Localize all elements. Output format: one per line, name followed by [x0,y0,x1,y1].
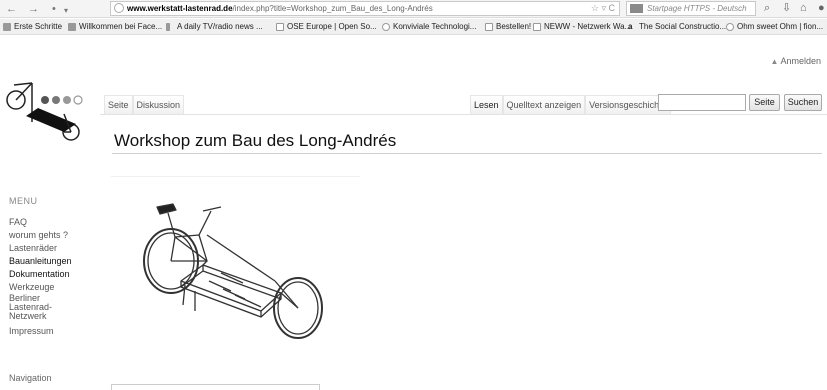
bookmark-item[interactable]: Erste Schritte [3,19,62,34]
back-arrow-icon[interactable]: ← [6,2,17,16]
dropdown-arrow-icon[interactable]: ▾ [64,4,68,18]
search-button[interactable]: Suchen [784,94,822,111]
tab-quelltext[interactable]: Quelltext anzeigen [502,95,586,114]
sidebar-item-worum[interactable]: worum gehts ? [9,229,104,241]
identity-icon[interactable]: • [52,2,56,16]
bookmark-item[interactable]: Konviviale Technologi... [382,19,476,34]
sidebar-item-faq[interactable]: FAQ [9,216,104,228]
tab-diskussion[interactable]: Diskussion [132,95,185,114]
namespace-tabs: Seite Diskussion [104,95,185,115]
amazon-icon: a [628,22,633,31]
cargo-bike-drawing-icon [143,203,323,339]
tab-divider [100,114,827,115]
search-engine-icon[interactable] [630,4,643,13]
bike-drawing-image[interactable] [111,176,360,374]
bookmark-item[interactable]: Willkommen bei Face... [68,19,162,34]
sidebar-item-netzwerk[interactable]: Berliner Lastenrad-Netzwerk [9,294,79,321]
home-icon[interactable]: ⌂ [800,2,807,15]
page-title: Workshop zum Bau des Long-Andrés [114,131,397,150]
firefox-icon [3,23,11,31]
browser-toolbar: ← → • ▾ www.werkstatt-lastenrad.de/index… [0,0,827,18]
page-icon [533,23,541,31]
title-divider [112,153,822,154]
page-icon [382,23,390,31]
search-placeholder: Startpage HTTPS - Deutsch [647,4,747,13]
browser-window: ← → • ▾ www.werkstatt-lastenrad.de/index… [0,0,827,390]
site-logo[interactable] [4,80,99,150]
news-icon [166,23,170,31]
sidebar-menu: MENU FAQ worum gehts ? Lastenräder Bauan… [9,196,104,338]
url-bar[interactable]: www.werkstatt-lastenrad.de/index.php?tit… [110,1,620,16]
bookmark-star-icon[interactable]: ☆ ▿ C [591,2,615,15]
cargo-bike-logo-icon [6,82,83,141]
sidebar-item-lastenraeder[interactable]: Lastenräder [9,242,104,254]
tab-lesen[interactable]: Lesen [470,95,503,114]
bookmark-item[interactable]: Ohm sweet Ohm | fion... [726,19,823,34]
view-tabs: Lesen Quelltext anzeigen Versionsgeschicht… [470,95,671,115]
search-bar[interactable]: Startpage HTTPS - Deutsch [626,1,756,16]
bookmark-item[interactable]: Bestellen! [485,19,531,34]
search-icon[interactable]: ⌕ [764,2,770,15]
facebook-icon [68,23,76,31]
page-icon [276,23,284,31]
globe-icon [114,3,124,13]
navigation-heading: Navigation [9,373,52,383]
bookmarks-bar: Erste Schritte Willkommen bei Face... A … [0,19,827,35]
wp-icon [726,23,734,31]
bookmark-item[interactable]: NEWW - Netzwerk Wa... [533,19,631,34]
wiki-search-input[interactable] [658,94,746,111]
image-caption-box [111,384,320,390]
menu-heading: MENU [9,196,38,206]
sidebar-item-dokumentation[interactable]: Dokumentation [9,268,104,280]
url-host: www.werkstatt-lastenrad.de [127,4,233,13]
sidebar-item-werkzeuge[interactable]: Werkzeuge [9,281,104,293]
sidebar-item-impressum[interactable]: Impressum [9,325,104,337]
download-icon[interactable]: ⇩ [782,2,791,15]
tab-seite[interactable]: Seite [104,95,133,114]
login-link[interactable]: ▲ Anmelden [771,56,821,66]
bookmark-item[interactable]: a The Social Constructio... [628,19,726,34]
bookmark-item[interactable]: A daily TV/radio news ... [166,19,263,34]
go-page-button[interactable]: Seite [749,94,780,111]
bookmark-item[interactable]: OSE Europe | Open So... [276,19,377,34]
url-path: /index.php?title=Workshop_zum_Bau_des_Lo… [232,4,433,13]
page-icon [485,23,493,31]
extension-icon[interactable]: ● [818,2,825,15]
sidebar-item-bauanleitungen[interactable]: Bauanleitungen [9,255,104,267]
forward-arrow-icon[interactable]: → [28,2,39,16]
user-icon: ▲ [770,57,779,66]
